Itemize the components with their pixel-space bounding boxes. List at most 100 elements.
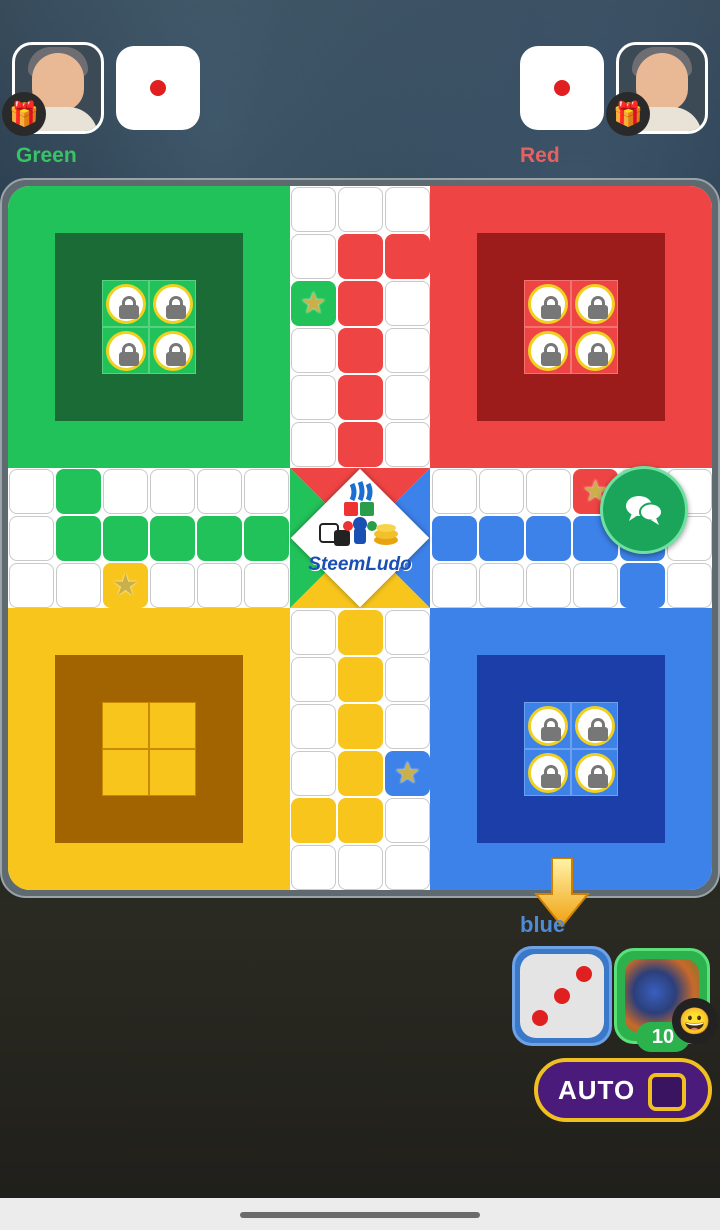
blue-home-lane-cell bbox=[479, 516, 524, 561]
track-cell bbox=[197, 469, 242, 514]
yellow-home-lane-cell bbox=[338, 751, 383, 796]
lock-icon bbox=[574, 752, 615, 793]
track-cell bbox=[667, 563, 712, 608]
track-cell bbox=[291, 704, 336, 749]
red-home-lane-cell bbox=[338, 375, 383, 420]
yellow-token-slots bbox=[102, 702, 196, 796]
chat-button[interactable] bbox=[600, 466, 688, 554]
red-home-lane-cell bbox=[338, 422, 383, 467]
yellow-home-lane-cell bbox=[338, 610, 383, 655]
track-cell bbox=[291, 422, 336, 467]
blue-start-cell bbox=[620, 563, 665, 608]
green-home-lane-cell bbox=[103, 516, 148, 561]
green-home-lane-cell bbox=[244, 516, 289, 561]
lock-icon bbox=[105, 330, 146, 371]
yellow-start-cell bbox=[291, 798, 336, 843]
green-home-lane-cell bbox=[56, 516, 101, 561]
green-home-inner bbox=[55, 233, 243, 421]
gift-icon[interactable]: 🎁 bbox=[606, 92, 650, 136]
yellow-home-lane-cell bbox=[338, 657, 383, 702]
track-cell bbox=[432, 469, 477, 514]
red-dice bbox=[520, 46, 604, 130]
track-cell bbox=[385, 845, 430, 890]
green-dice bbox=[116, 46, 200, 130]
track-cell bbox=[526, 563, 571, 608]
red-start-cell bbox=[385, 234, 430, 279]
dice-pip bbox=[150, 80, 166, 96]
green-start-cell bbox=[56, 469, 101, 514]
yellow-home-lane-cell bbox=[338, 798, 383, 843]
chat-bubbles-icon bbox=[626, 496, 663, 525]
track-cell bbox=[291, 187, 336, 232]
auto-checkbox[interactable] bbox=[648, 1073, 686, 1111]
red-home bbox=[430, 186, 712, 468]
lock-icon bbox=[152, 330, 193, 371]
track-cell bbox=[385, 281, 430, 326]
smiley-icon: 😀 bbox=[678, 1005, 712, 1036]
blue-home-lane-cell bbox=[526, 516, 571, 561]
track-cell bbox=[338, 845, 383, 890]
lock-icon bbox=[152, 283, 193, 324]
track-cell bbox=[385, 657, 430, 702]
red-token-slots bbox=[524, 280, 618, 374]
dice-pip bbox=[532, 1010, 548, 1026]
track-cell bbox=[103, 469, 148, 514]
roll-dice-button[interactable] bbox=[512, 946, 612, 1046]
track-cell bbox=[385, 422, 430, 467]
track-cell bbox=[291, 328, 336, 373]
track-cell bbox=[385, 375, 430, 420]
blue-token-slots bbox=[524, 702, 618, 796]
track-cell bbox=[385, 610, 430, 655]
lock-icon bbox=[574, 283, 615, 324]
safe-star-cell: ★ bbox=[385, 751, 430, 796]
track-cell bbox=[385, 798, 430, 843]
track-cell bbox=[526, 469, 571, 514]
dice-pip bbox=[554, 988, 570, 1004]
track-cell bbox=[291, 375, 336, 420]
lock-icon bbox=[574, 705, 615, 746]
red-home-inner bbox=[477, 233, 665, 421]
lock-icon bbox=[527, 330, 568, 371]
track-cell bbox=[479, 469, 524, 514]
blue-home-inner bbox=[477, 655, 665, 843]
yellow-home bbox=[8, 608, 290, 890]
track-cell bbox=[150, 469, 195, 514]
track-cell bbox=[9, 516, 54, 561]
red-player-name: Red bbox=[520, 144, 560, 167]
home-gesture-pill[interactable] bbox=[240, 1212, 480, 1218]
yellow-home-lane-cell bbox=[338, 704, 383, 749]
safe-star-cell: ★ bbox=[103, 563, 148, 608]
green-home-lane-cell bbox=[197, 516, 242, 561]
lock-icon bbox=[574, 330, 615, 371]
blue-player-name: blue bbox=[520, 912, 566, 937]
track-cell bbox=[244, 469, 289, 514]
emoji-button[interactable]: 😀 bbox=[672, 998, 718, 1044]
track-cell bbox=[291, 657, 336, 702]
track-cell bbox=[338, 187, 383, 232]
green-home-lane-cell bbox=[150, 516, 195, 561]
steemludo-logo: SteemLudo bbox=[290, 468, 430, 608]
red-home-lane-cell bbox=[338, 328, 383, 373]
logo-text: SteemLudo bbox=[308, 554, 412, 575]
lock-icon bbox=[527, 752, 568, 793]
dice-pip bbox=[576, 966, 592, 982]
track-cell bbox=[197, 563, 242, 608]
track-cell bbox=[291, 751, 336, 796]
green-player-name: Green bbox=[16, 144, 77, 167]
green-home bbox=[8, 186, 290, 468]
blue-home bbox=[430, 608, 712, 890]
track-cell bbox=[291, 845, 336, 890]
red-home-lane-cell bbox=[338, 281, 383, 326]
track-cell bbox=[244, 563, 289, 608]
lock-icon bbox=[527, 705, 568, 746]
track-cell bbox=[385, 328, 430, 373]
auto-play-toggle[interactable]: AUTO bbox=[534, 1058, 712, 1122]
lock-icon bbox=[527, 283, 568, 324]
track-cell bbox=[385, 187, 430, 232]
gift-icon[interactable]: 🎁 bbox=[2, 92, 46, 136]
lock-icon bbox=[105, 283, 146, 324]
track-cell bbox=[573, 563, 618, 608]
red-home-lane-cell bbox=[338, 234, 383, 279]
ludo-board: ★ ★ ★ ★ SteemLudo bbox=[8, 186, 712, 890]
green-token-slots bbox=[102, 280, 196, 374]
